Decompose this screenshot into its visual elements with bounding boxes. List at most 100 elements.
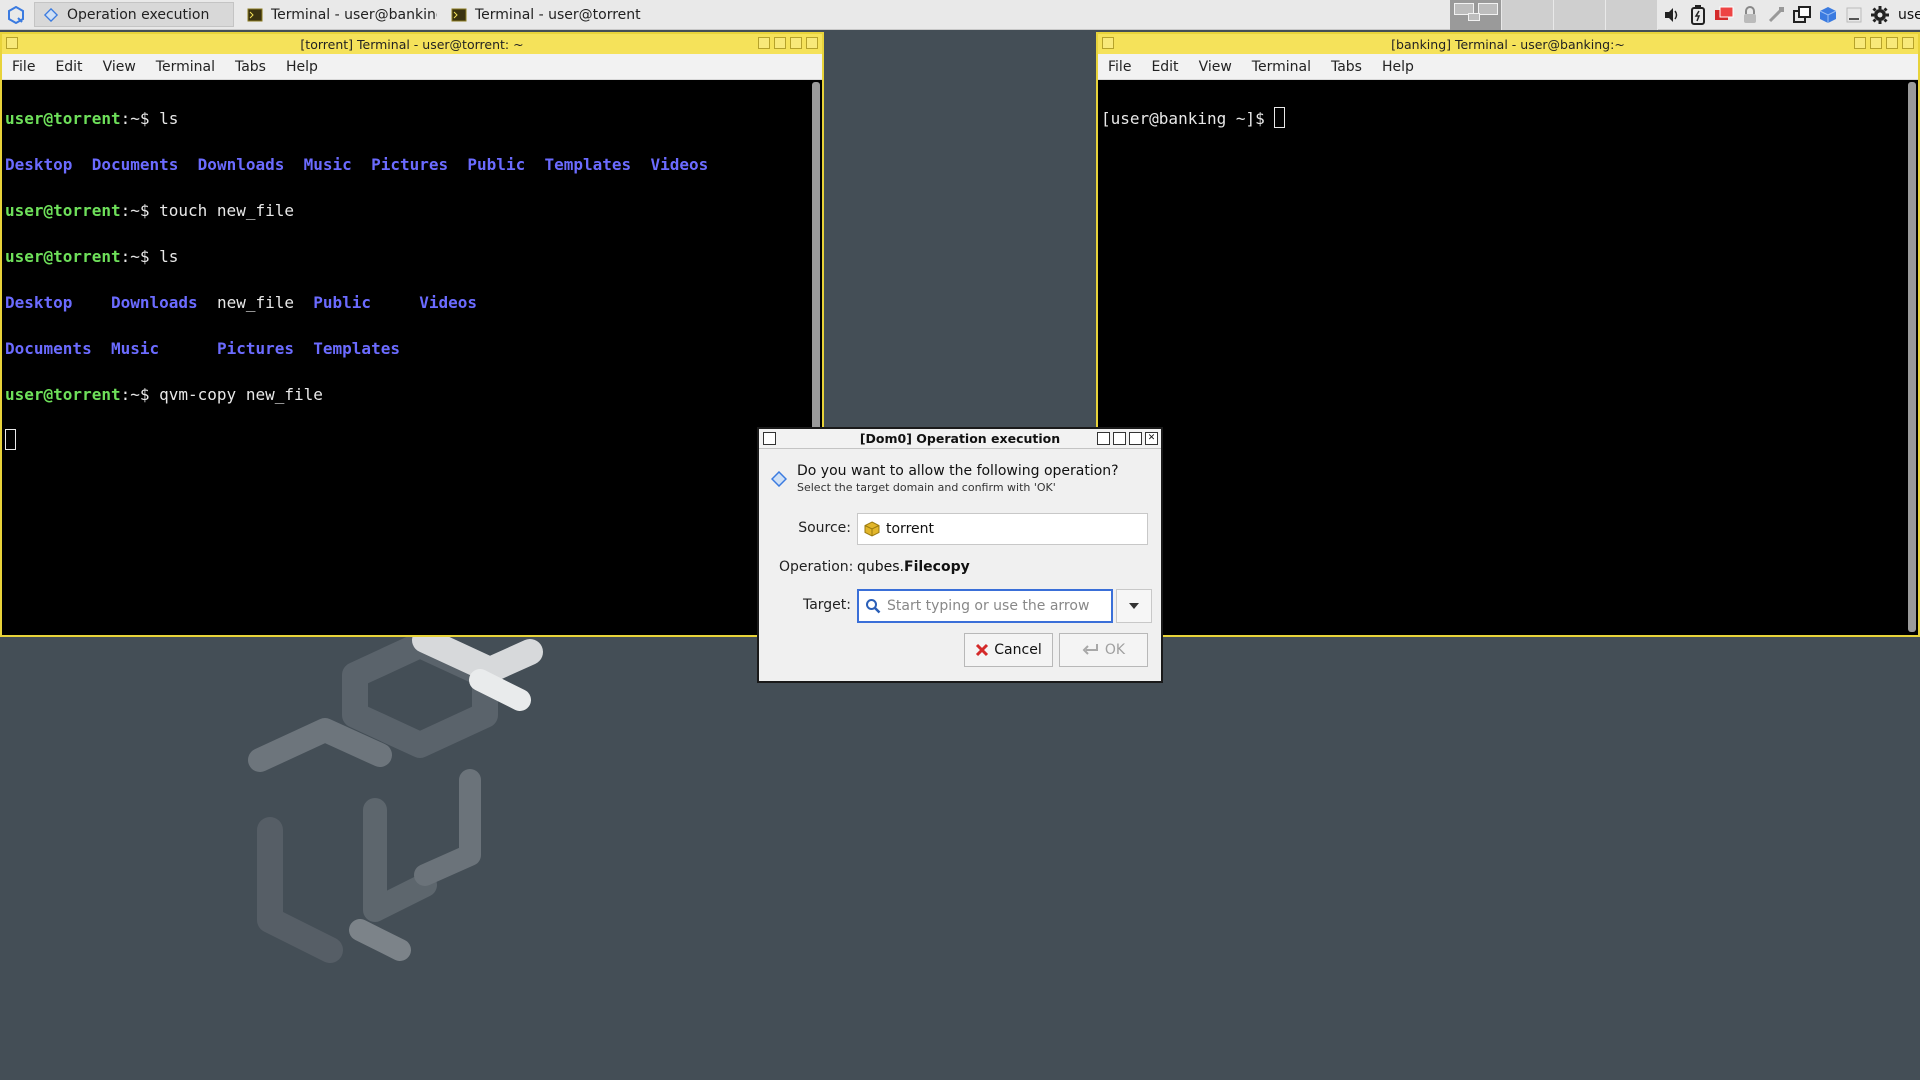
- workspace-3[interactable]: [1554, 0, 1606, 30]
- menu-file[interactable]: File: [12, 59, 35, 75]
- workspace-4[interactable]: [1606, 0, 1658, 30]
- menu-help[interactable]: Help: [286, 59, 318, 75]
- task-terminal-banking[interactable]: Terminal - user@banking:~: [238, 2, 438, 27]
- ls-output-line: Desktop Documents Downloads Music Pictur…: [5, 155, 709, 174]
- operation-execution-dialog: [Dom0] Operation execution ✕ Do you want…: [757, 427, 1163, 683]
- dialog-question: Do you want to allow the following opera…: [771, 463, 1119, 494]
- terminal-output[interactable]: user@torrent:~$ ls Desktop Documents Dow…: [2, 80, 822, 635]
- cancel-label: Cancel: [994, 642, 1042, 658]
- settings-gear-icon[interactable]: [1870, 5, 1890, 25]
- menu-view[interactable]: View: [103, 59, 136, 75]
- minimize-button[interactable]: [774, 37, 786, 49]
- qube-cube-icon: [864, 521, 880, 537]
- window-titlebar[interactable]: [banking] Terminal - user@banking:~: [1098, 34, 1918, 54]
- terminal-cursor-line: [5, 429, 819, 452]
- user-menu[interactable]: user: [1898, 7, 1920, 23]
- terminal-icon: [247, 8, 263, 21]
- dialog-title: [Dom0] Operation execution: [859, 431, 1061, 446]
- qubes-domains-icon[interactable]: [1818, 5, 1838, 25]
- qube-red-icon[interactable]: [1714, 5, 1734, 25]
- banking-terminal-window: [banking] Terminal - user@banking:~ File…: [1096, 32, 1920, 637]
- source-label: Source:: [798, 520, 851, 536]
- terminal-menubar: File Edit View Terminal Tabs Help: [2, 54, 822, 80]
- terminal-output[interactable]: [user@banking ~]$: [1098, 80, 1918, 635]
- ls-output-line: Documents Music Pictures Templates: [5, 339, 400, 358]
- menu-tabs[interactable]: Tabs: [1331, 59, 1362, 75]
- maximize-button[interactable]: [790, 37, 802, 49]
- terminal-line: [user@banking ~]$: [1101, 107, 1915, 130]
- window-title: [banking] Terminal - user@banking:~: [1391, 36, 1625, 52]
- window-menu-icon[interactable]: [763, 432, 776, 445]
- torrent-terminal-window: [torrent] Terminal - user@torrent: ~ Fil…: [0, 32, 824, 637]
- terminal-menubar: File Edit View Terminal Tabs Help: [1098, 54, 1918, 80]
- lock-icon[interactable]: [1740, 5, 1760, 25]
- target-label: Target:: [802, 597, 851, 613]
- ok-label: OK: [1104, 642, 1126, 658]
- close-button[interactable]: [806, 37, 818, 49]
- terminal-cursor: [1274, 107, 1286, 128]
- taskbar: Operation execution Terminal - user@bank…: [0, 0, 1920, 30]
- menu-help[interactable]: Help: [1382, 59, 1414, 75]
- menu-edit[interactable]: Edit: [55, 59, 82, 75]
- qubes-logo-icon: [8, 5, 24, 24]
- menu-file[interactable]: File: [1108, 59, 1131, 75]
- workspace-switcher: [1450, 0, 1658, 30]
- menu-edit[interactable]: Edit: [1151, 59, 1178, 75]
- ls-output-line: Desktop Downloads new_file Public Videos: [5, 293, 478, 312]
- task-terminal-torrent[interactable]: Terminal - user@torrent: ~: [442, 2, 642, 27]
- search-icon: [866, 599, 881, 614]
- scrollbar[interactable]: [1908, 82, 1916, 632]
- menu-terminal[interactable]: Terminal: [1252, 59, 1311, 75]
- diamond-icon: [43, 7, 59, 22]
- workspace-1[interactable]: [1450, 0, 1502, 30]
- close-button[interactable]: ✕: [1145, 432, 1158, 445]
- terminal-icon: [451, 8, 467, 21]
- ok-button[interactable]: OK: [1059, 633, 1148, 667]
- workspace-2[interactable]: [1502, 0, 1554, 30]
- shade-button[interactable]: [1097, 432, 1110, 445]
- minimize-button[interactable]: [1113, 432, 1126, 445]
- operation-value: qubes.Filecopy: [857, 559, 970, 575]
- terminal-cursor: [5, 429, 16, 450]
- diamond-icon: [771, 471, 787, 487]
- battery-icon[interactable]: [1688, 5, 1708, 25]
- shade-button[interactable]: [1854, 37, 1866, 49]
- menu-tabs[interactable]: Tabs: [235, 59, 266, 75]
- menu-view[interactable]: View: [1199, 59, 1232, 75]
- cancel-button[interactable]: Cancel: [964, 633, 1053, 667]
- cancel-x-icon: [976, 643, 989, 657]
- qubes-desktop-logo: [248, 630, 543, 963]
- source-field: torrent: [857, 513, 1148, 545]
- question-text: Do you want to allow the following opera…: [797, 463, 1119, 479]
- volume-icon[interactable]: [1662, 5, 1682, 25]
- devices-icon[interactable]: [1844, 5, 1864, 25]
- terminal-line: user@torrent:~$ qvm-copy new_file: [5, 385, 323, 404]
- menu-terminal[interactable]: Terminal: [156, 59, 215, 75]
- maximize-button[interactable]: [1886, 37, 1898, 49]
- terminal-line: user@torrent:~$ ls: [5, 109, 179, 128]
- task-label: Operation execution: [67, 6, 210, 23]
- qubes-menu-button[interactable]: [0, 0, 32, 29]
- target-placeholder: Start typing or use the arrow: [887, 598, 1090, 614]
- close-button[interactable]: [1902, 37, 1914, 49]
- target-dropdown-arrow[interactable]: [1116, 589, 1152, 623]
- dialog-titlebar[interactable]: [Dom0] Operation execution ✕: [759, 429, 1161, 449]
- window-menu-icon[interactable]: [1102, 37, 1114, 49]
- shade-button[interactable]: [758, 37, 770, 49]
- target-input[interactable]: Start typing or use the arrow: [857, 589, 1113, 623]
- chevron-down-icon: [1129, 603, 1139, 609]
- terminal-line: user@torrent:~$ ls: [5, 247, 179, 266]
- window-menu-icon[interactable]: [6, 37, 18, 49]
- windows-icon[interactable]: [1792, 5, 1812, 25]
- maximize-button[interactable]: [1129, 432, 1142, 445]
- window-titlebar[interactable]: [torrent] Terminal - user@torrent: ~: [2, 34, 822, 54]
- usb-icon[interactable]: [1766, 5, 1786, 25]
- minimize-button[interactable]: [1870, 37, 1882, 49]
- terminal-line: user@torrent:~$ touch new_file: [5, 201, 294, 220]
- task-label: Terminal - user@banking:~: [271, 6, 437, 23]
- task-operation-execution[interactable]: Operation execution: [34, 2, 234, 27]
- window-title: [torrent] Terminal - user@torrent: ~: [300, 36, 524, 52]
- system-tray: user: [1662, 0, 1920, 30]
- source-value: torrent: [886, 521, 934, 537]
- operation-label: Operation:: [779, 559, 854, 575]
